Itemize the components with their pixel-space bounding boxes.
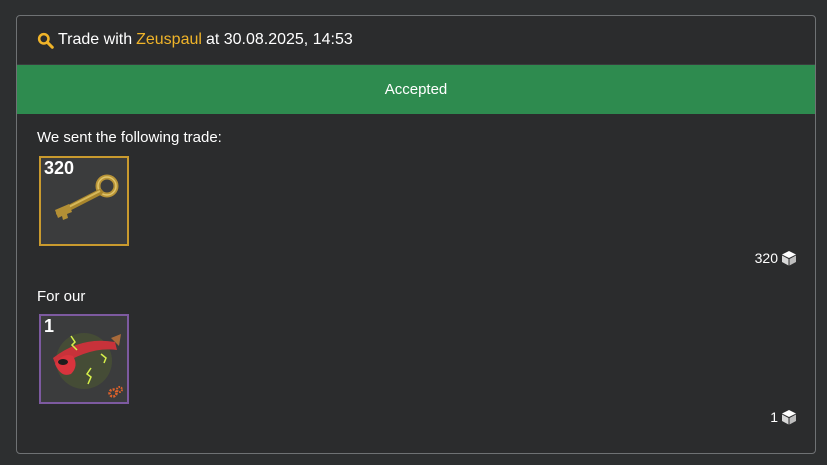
received-total: 1	[770, 409, 797, 425]
cube-icon	[782, 410, 796, 425]
received-item-mask[interactable]: 1	[39, 314, 129, 404]
trade-header: Trade with Zeuspaul at 30.08.2025, 14:53	[17, 16, 815, 65]
cube-icon	[782, 251, 796, 266]
partner-username-link[interactable]: Zeuspaul	[136, 31, 202, 49]
item-quantity: 320	[44, 158, 75, 178]
status-label: Accepted	[384, 81, 448, 98]
item-quantity: 1	[44, 316, 55, 336]
sent-item-key[interactable]: 320	[39, 156, 129, 246]
trade-card: Trade with Zeuspaul at 30.08.2025, 14:53…	[16, 15, 816, 454]
sent-total-value: 320	[754, 250, 778, 266]
header-timestamp: at 30.08.2025, 14:53	[205, 31, 353, 48]
sent-section-label: We sent the following trade:	[37, 129, 222, 146]
received-total-value: 1	[770, 409, 778, 425]
sent-total: 320	[755, 250, 797, 266]
header-prefix: Trade with	[58, 31, 133, 48]
search-icon	[37, 32, 54, 49]
status-banner: Accepted	[17, 65, 815, 114]
received-section-label: For our	[37, 288, 86, 305]
gear-icon	[108, 386, 123, 398]
